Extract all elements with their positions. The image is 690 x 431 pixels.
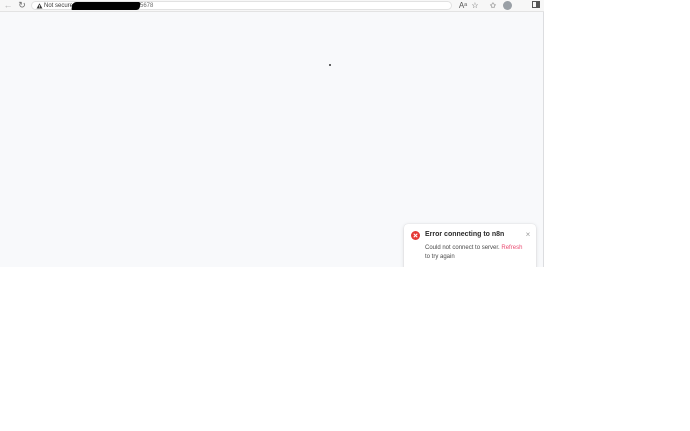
split-screen-icon[interactable] [530,0,542,11]
warning-icon [36,3,43,9]
toast-message-text: Could not connect to server. [425,245,500,251]
redacted-url [71,2,141,10]
reload-icon[interactable]: ↻ [16,0,28,11]
read-aloud-glyph: Aᵃ [458,1,468,10]
refresh-link[interactable]: Refresh [501,245,522,251]
browser-window: ← ↻ Not secure 5678 Aᵃ ☆ ✩ Error connect… [0,0,544,267]
security-label[interactable]: Not secure [44,2,73,10]
read-aloud-icon[interactable]: Aᵃ [457,0,469,11]
star-icon[interactable]: ☆ [469,0,481,11]
error-toast: Error connecting to n8n × Could not conn… [404,224,536,267]
url-port-text: 5678 [140,3,154,9]
toast-message: Could not connect to server. Refresh to … [425,244,533,262]
split-screen-glyph [532,1,540,8]
loading-indicator [329,64,331,66]
toast-title: Error connecting to n8n [425,231,505,238]
favorites-icon[interactable]: ✩ [487,0,499,11]
error-icon [411,231,420,240]
toast-message-tail: to try again [425,254,455,260]
avatar[interactable] [503,1,512,10]
browser-toolbar: ← ↻ Not secure 5678 Aᵃ ☆ ✩ [0,0,544,12]
address-bar[interactable]: Not secure 5678 [31,1,452,10]
close-icon[interactable]: × [524,231,532,239]
back-arrow-icon[interactable]: ← [2,0,14,11]
page-content: Error connecting to n8n × Could not conn… [0,12,544,267]
